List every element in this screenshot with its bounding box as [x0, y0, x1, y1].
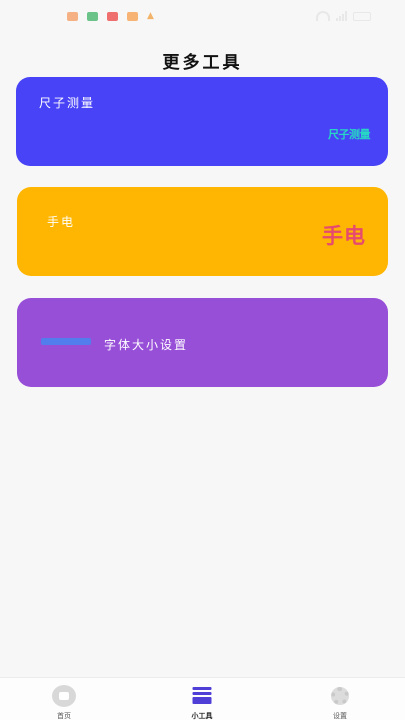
notification-icon: ▲ — [147, 10, 154, 21]
notification-icon — [107, 11, 118, 21]
font-size-tool-card[interactable]: 字体大小设置 — [17, 298, 388, 387]
tools-icon — [192, 687, 212, 704]
flashlight-tool-card[interactable]: 手电 手电 — [17, 187, 388, 276]
notification-icon — [87, 11, 98, 21]
tab-settings[interactable]: 设置 — [310, 678, 370, 720]
font-size-tool-label: 字体大小设置 — [104, 338, 189, 352]
home-icon — [52, 685, 76, 707]
notification-icon — [67, 11, 78, 21]
page-title: 更多工具 — [162, 53, 243, 73]
ruler-logo-art: 尺子测量 — [328, 128, 371, 141]
status-left: ▲ — [36, 10, 156, 21]
status-right — [316, 11, 371, 21]
flashlight-logo-art: 手电 — [322, 224, 366, 248]
font-size-logo-art — [41, 338, 91, 345]
ruler-tool-card[interactable]: 尺子测量 尺子测量 — [16, 77, 388, 166]
flashlight-tool-label: 手电 — [47, 215, 76, 229]
wifi-icon — [316, 11, 330, 21]
tab-tools-label: 小工具 — [191, 712, 213, 720]
tab-settings-label: 设置 — [333, 712, 347, 720]
gear-icon — [331, 687, 349, 705]
bottom-tab-bar: 首页 小工具 设置 — [0, 677, 405, 720]
battery-icon — [353, 11, 371, 21]
notification-icon — [127, 11, 138, 21]
ruler-tool-label: 尺子测量 — [39, 96, 96, 110]
signal-icon — [336, 11, 347, 21]
status-bar: ▲ — [0, 0, 405, 32]
tab-home[interactable]: 首页 — [34, 678, 94, 720]
tab-home-label: 首页 — [57, 712, 71, 720]
tab-tools[interactable]: 小工具 — [172, 678, 232, 720]
